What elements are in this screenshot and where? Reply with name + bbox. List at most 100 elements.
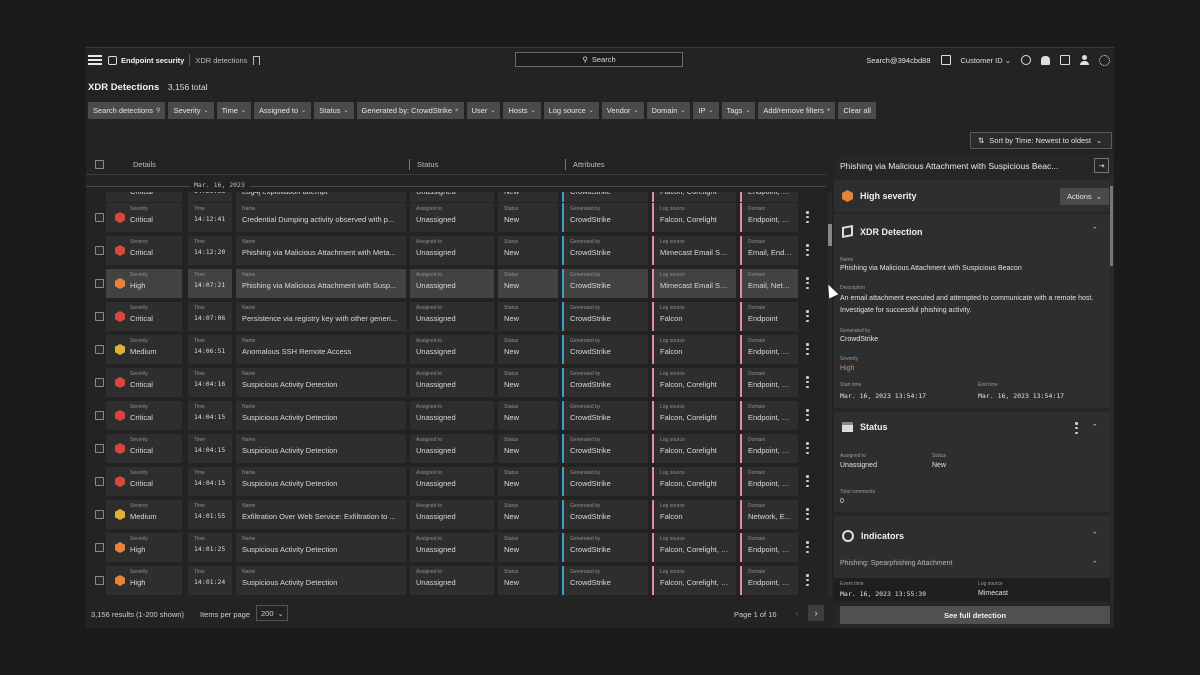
scrollbar-thumb[interactable]: [1110, 186, 1113, 266]
chevron-up-icon[interactable]: ⌃: [1092, 226, 1098, 234]
chevron-up-icon[interactable]: ⌃: [1092, 531, 1098, 539]
row-checkbox[interactable]: [95, 279, 104, 288]
bell-icon[interactable]: [1041, 55, 1050, 65]
cell-name[interactable]: Name Credential Dumping activity observed…: [236, 203, 406, 232]
cell-name[interactable]: Name Phishing via Malicious Attachment wi…: [236, 236, 406, 265]
breadcrumb[interactable]: XDR detections: [195, 56, 247, 65]
table-row[interactable]: Severity Critical Time 14:04:15 Name Suspicio…: [86, 433, 828, 464]
filter-chip[interactable]: Add/remove filters +: [758, 102, 836, 119]
more-options-icon[interactable]: [806, 343, 809, 355]
row-checkbox[interactable]: [95, 477, 104, 486]
filter-chip[interactable]: Log source ⌄: [543, 102, 599, 119]
next-page-button[interactable]: ›: [808, 605, 824, 621]
collapse-panel-button[interactable]: ⇥: [1094, 158, 1109, 173]
cell-name[interactable]: Name Suspicious Activity Detection: [236, 467, 406, 496]
table-row[interactable]: Severity Critical Time 14:12:20 Name Phishing…: [86, 235, 828, 266]
filter-chip[interactable]: Domain ⌄: [646, 102, 691, 119]
more-options-icon[interactable]: [806, 442, 809, 454]
row-checkbox[interactable]: [95, 411, 104, 420]
see-full-detection-button[interactable]: See full detection: [840, 606, 1110, 624]
cell-name[interactable]: Name Suspicious Activity Detection: [236, 533, 406, 562]
table-row[interactable]: Severity High Time 14:07:21 Name Phishing via…: [86, 268, 828, 299]
panel-scrollbar[interactable]: [1110, 176, 1114, 601]
sort-button[interactable]: ⇅ Sort by Time: Newest to oldest ⌄: [970, 132, 1112, 149]
more-options-icon[interactable]: [806, 574, 809, 586]
filter-chip[interactable]: User ⌄: [466, 102, 501, 119]
prev-page-button[interactable]: ‹: [789, 605, 805, 621]
theme-icon[interactable]: [1099, 54, 1110, 66]
scrollbar-thumb[interactable]: [828, 224, 832, 246]
row-checkbox[interactable]: [95, 444, 104, 453]
filter-chip[interactable]: Severity ⌄: [168, 102, 214, 119]
row-checkbox[interactable]: [95, 213, 104, 222]
filter-chip[interactable]: Status ⌄: [314, 102, 354, 119]
cell-name[interactable]: Name Anomalous SSH Remote Access: [236, 335, 406, 364]
account-name[interactable]: Search@394cbd88: [866, 56, 930, 65]
filter-chip[interactable]: Tags ⌄: [721, 102, 756, 119]
user-icon[interactable]: [1080, 55, 1089, 65]
table-row[interactable]: SeverityCritical Time14:23:38 NameLog4j ex…: [86, 192, 828, 202]
table-row[interactable]: Severity High Time 14:01:25 Name Suspicious A…: [86, 532, 828, 563]
indicators-section-heading[interactable]: Indicators: [842, 530, 904, 542]
cell-name[interactable]: Name Phishing via Malicious Attachment wi…: [236, 269, 406, 298]
chevron-up-icon[interactable]: ⌃: [1092, 423, 1098, 431]
filter-chip[interactable]: Search detections ⚲: [88, 102, 166, 119]
app-brand[interactable]: Endpoint security: [108, 55, 184, 65]
table-row[interactable]: Severity Critical Time 14:12:41 Name Credenti…: [86, 202, 828, 233]
grid-icon[interactable]: [940, 55, 951, 65]
row-checkbox[interactable]: [95, 510, 104, 519]
falcon-icon[interactable]: [1021, 55, 1031, 65]
select-all-checkbox[interactable]: [95, 160, 104, 169]
row-checkbox[interactable]: [95, 543, 104, 552]
cell-name[interactable]: Name Persistence via registry key with ot…: [236, 302, 406, 331]
indicator-group-title[interactable]: Phishing: Spearphishing Attachment: [840, 560, 952, 567]
table-row[interactable]: Severity Medium Time 14:01:55 Name Exfiltrati…: [86, 499, 828, 530]
row-checkbox[interactable]: [95, 378, 104, 387]
table-row[interactable]: Severity High Time 14:01:24 Name Suspicious A…: [86, 565, 828, 596]
table-row[interactable]: Severity Critical Time 14:04:15 Name Suspicio…: [86, 466, 828, 497]
table-scrollbar[interactable]: [828, 192, 832, 598]
actions-button[interactable]: Actions ⌄: [1060, 188, 1109, 205]
messages-icon[interactable]: [1060, 55, 1070, 65]
filter-chip[interactable]: Generated by: CrowdStrike ×: [356, 102, 464, 119]
cell-name[interactable]: Name Exfiltration Over Web Service: Exfil…: [236, 500, 406, 529]
row-checkbox[interactable]: [95, 312, 104, 321]
indicator-row[interactable]: Event time Mar. 16, 2023 13:55:39 Log so…: [834, 578, 1110, 601]
cell-name[interactable]: Name Suspicious Activity Detection: [236, 566, 406, 595]
cell-name[interactable]: NameLog4j exploitation attempt: [236, 192, 406, 202]
more-options-icon[interactable]: [806, 211, 809, 223]
table-row[interactable]: Severity Medium Time 14:06:51 Name Anomalous …: [86, 334, 828, 365]
filter-chip[interactable]: Hosts ⌄: [503, 102, 541, 119]
more-options-icon[interactable]: [806, 244, 809, 256]
more-options-icon[interactable]: [806, 541, 809, 553]
more-options-icon[interactable]: [806, 409, 809, 421]
bookmark-icon[interactable]: [253, 55, 261, 65]
customer-id-select[interactable]: Customer ID ⌄: [961, 56, 1011, 65]
row-checkbox[interactable]: [95, 576, 104, 585]
row-checkbox[interactable]: [95, 246, 104, 255]
menu-icon[interactable]: [88, 55, 102, 65]
filter-chip[interactable]: Time ⌄: [216, 102, 251, 119]
filter-chip[interactable]: Clear all: [838, 102, 876, 119]
items-per-page-select[interactable]: 200 ⌄: [256, 605, 288, 621]
chevron-up-icon[interactable]: ⌃: [1092, 560, 1098, 568]
more-options-icon[interactable]: [806, 475, 809, 487]
table-row[interactable]: Severity Critical Time 14:04:16 Name Suspicio…: [86, 367, 828, 398]
more-options-icon[interactable]: [806, 376, 809, 388]
more-options-icon[interactable]: [806, 508, 809, 520]
status-more-icon[interactable]: [1075, 422, 1078, 434]
row-checkbox[interactable]: [95, 345, 104, 354]
more-options-icon[interactable]: [806, 277, 809, 289]
filter-chip[interactable]: Assigned to ⌄: [254, 102, 312, 119]
cell-name[interactable]: Name Suspicious Activity Detection: [236, 368, 406, 397]
cell-name[interactable]: Name Suspicious Activity Detection: [236, 401, 406, 430]
cell-name[interactable]: Name Suspicious Activity Detection: [236, 434, 406, 463]
global-search[interactable]: ⚲ Search: [515, 52, 683, 67]
more-options-icon[interactable]: [806, 310, 809, 322]
table-row[interactable]: Severity Critical Time 14:07:06 Name Persiste…: [86, 301, 828, 332]
status-section-heading[interactable]: Status: [842, 422, 888, 432]
filter-chip[interactable]: IP ⌄: [693, 102, 719, 119]
filter-chip[interactable]: Vendor ⌄: [601, 102, 644, 119]
table-row[interactable]: Severity Critical Time 14:04:15 Name Suspicio…: [86, 400, 828, 431]
detection-section-heading[interactable]: XDR Detection: [842, 225, 923, 238]
